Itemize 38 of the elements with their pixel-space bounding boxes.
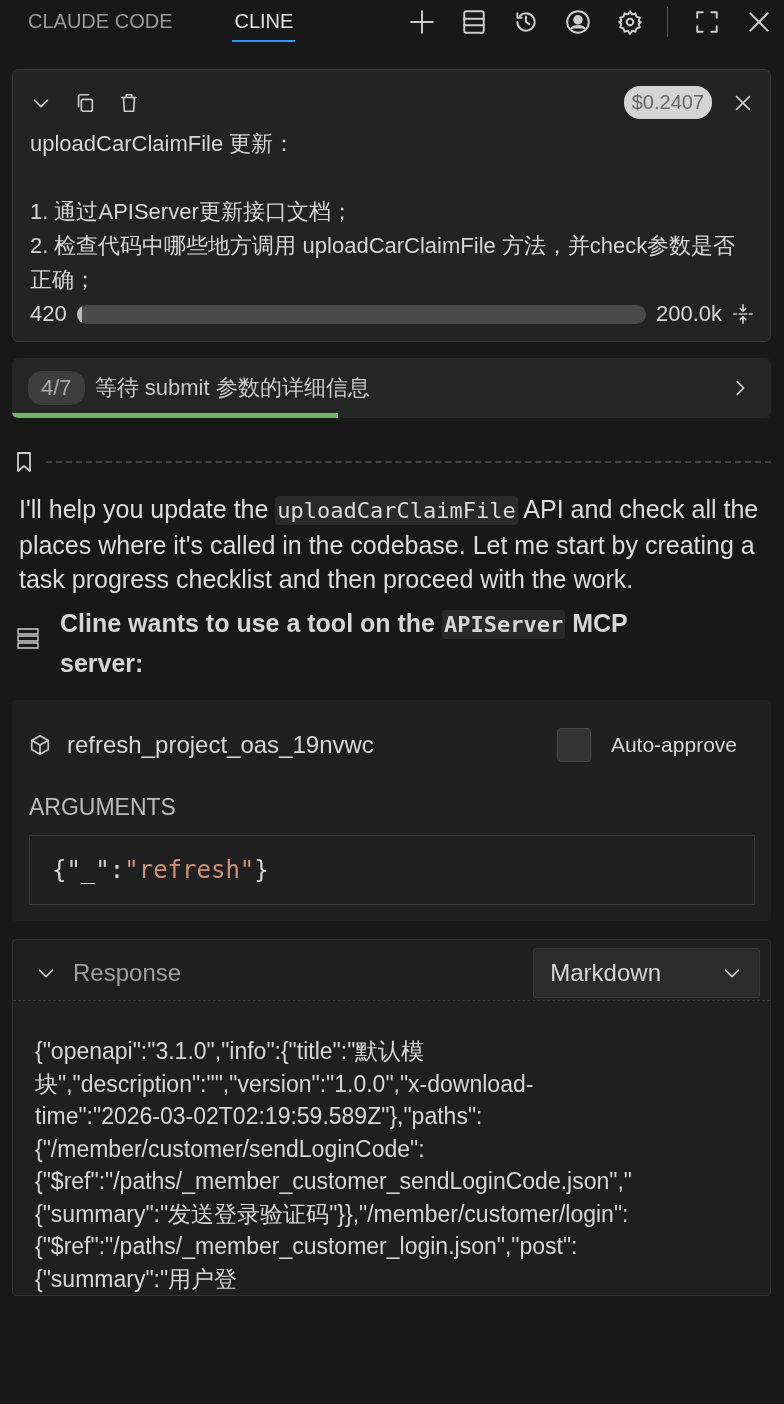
cube-icon	[29, 734, 51, 756]
tokens-max: 200.0k	[655, 301, 722, 327]
response-line: {"$ref":"/paths/_member_customer_sendLoginCode.json","	[35, 1167, 633, 1196]
history-icon[interactable]	[513, 9, 539, 35]
response-line: {"$ref":"/paths/_member_customer_login.json","post":	[35, 1232, 579, 1261]
response-label: Response	[73, 959, 182, 987]
response-line: {"summary":"发送登录验证码"}},"/member/customer/login":	[35, 1199, 630, 1229]
arguments-code: {"_":"refresh"}	[29, 835, 755, 905]
progress-row[interactable]: 4/7 等待 submit 参数的详细信息	[12, 358, 771, 418]
cost-badge: $0.2407	[623, 86, 712, 119]
tab[interactable]: CLAUDE CODE	[26, 2, 175, 42]
fullscreen-icon[interactable]	[694, 9, 720, 35]
response-line: {"openapi":"3.1.0","info":{"title":"默认模	[35, 1037, 426, 1066]
assistant-message: I'll help you update the uploadCarClaimFile API and check all the places where it's called in the codebase. Let me start by creating a task progress checklist and then proceed with the work.	[19, 494, 759, 595]
auto-approve-label: Auto-approve	[610, 733, 737, 757]
task-title: uploadCarClaimFile 更新：	[30, 130, 297, 158]
settings-icon[interactable]	[617, 9, 643, 35]
task-step: 2. 检查代码中哪些地方调用 uploadCarClaimFile 方法，并check参数是否正确；	[30, 229, 742, 297]
tab[interactable]: CLINE	[232, 2, 296, 42]
server-stack-icon[interactable]	[461, 9, 487, 35]
compress-icon[interactable]	[732, 303, 754, 325]
format-dropdown[interactable]: Markdown	[533, 948, 760, 998]
step-count-badge: 4/7	[28, 371, 85, 405]
progress-text: 等待 submit 参数的详细信息	[94, 374, 370, 402]
tool-name: refresh_project_oas_19nvwc	[67, 731, 374, 759]
account-icon[interactable]	[565, 9, 591, 35]
arguments-label: ARGUMENTS	[29, 794, 177, 821]
trash-icon[interactable]	[118, 91, 140, 114]
task-step: 1. 通过APIServer更新接口文档；	[30, 195, 742, 229]
tokens-used: 420	[30, 301, 67, 327]
plus-icon[interactable]	[409, 9, 435, 35]
auto-approve-checkbox[interactable]	[556, 728, 591, 762]
response-line: time":"2026-03-02T02:19:59.589Z"},"paths":	[35, 1102, 484, 1131]
tool-request-text: Cline wants to use a tool on the APIServer MCP server:	[60, 608, 629, 679]
response-line: 块","description":"","version":"1.0.0","x-download-	[35, 1069, 535, 1099]
response-line: {"summary":"用户登	[35, 1264, 239, 1294]
close-icon[interactable]	[746, 9, 772, 35]
response-line: {"/member/customer/sendLoginCode":	[35, 1134, 426, 1164]
